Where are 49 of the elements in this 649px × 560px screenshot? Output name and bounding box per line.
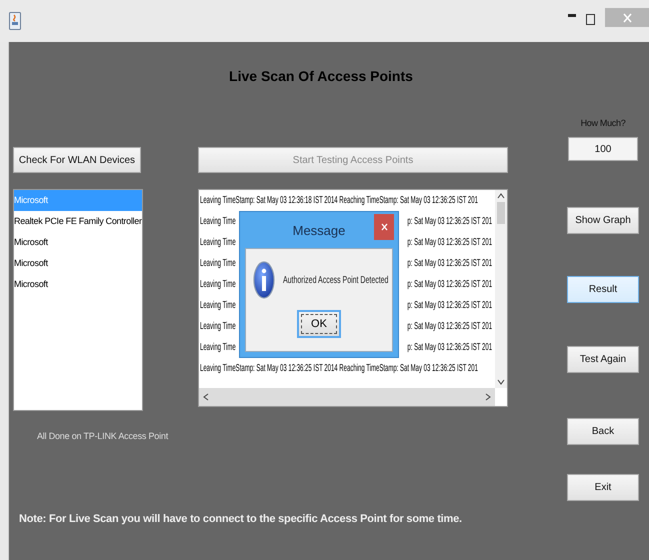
note-text: Note: For Live Scan you will have to connect to the specific Access Point for some time.: [18, 513, 463, 525]
device-list-item[interactable]: Microsoft: [14, 253, 142, 274]
log-line: Leaving Time: [200, 320, 236, 334]
info-icon: [253, 261, 275, 299]
log-line: p: Sat May 03 12:36:25 IST 201: [407, 236, 492, 250]
log-line: p: Sat May 03 12:36:25 IST 201: [407, 299, 492, 313]
ok-button[interactable]: OK: [297, 310, 341, 338]
dialog-title: Message: [292, 222, 346, 238]
device-list-item[interactable]: Microsoft: [14, 232, 142, 253]
field-label: How Much?: [580, 118, 626, 130]
side-button[interactable]: Show Graph: [567, 207, 639, 234]
log-line: p: Sat May 03 12:36:25 IST 201: [407, 215, 492, 229]
device-list-item[interactable]: Realtek PCIe FE Family Controller: [14, 211, 142, 232]
side-button[interactable]: Result: [567, 276, 639, 303]
check-devices-button[interactable]: Check For WLAN Devices: [13, 147, 141, 173]
scroll-left-icon[interactable]: [203, 393, 209, 401]
window-heading: Live Scan Of Access Points: [228, 68, 414, 86]
dialog-message: Authorized Access Point Detected: [283, 274, 388, 286]
log-line: Leaving Time: [200, 236, 236, 250]
log-line: Leaving TimeStamp: Sat May 03 12:36:25 IST 2014 Reaching TimeStamp: Sat May 03 12:36:25 IST 201: [200, 362, 478, 376]
log-line: Leaving Time: [200, 257, 236, 271]
log-line: Leaving Time: [200, 278, 236, 292]
close-icon: [380, 223, 388, 231]
side-button[interactable]: Test Again: [567, 346, 639, 373]
log-line: Leaving TimeStamp: Sat May 03 12:36:18 IST 2014 Reaching TimeStamp: Sat May 03 12:36:25 IST 201: [200, 194, 478, 208]
scroll-right-icon[interactable]: [485, 393, 491, 401]
log-line: p: Sat May 03 12:36:25 IST 201: [407, 257, 492, 271]
maximize-icon[interactable]: [586, 14, 595, 25]
log-line: Leaving Time: [200, 341, 236, 355]
scroll-down-icon[interactable]: [497, 379, 505, 385]
status-text: All Done on TP-LINK Access Point: [36, 431, 170, 441]
close-icon: [622, 12, 632, 22]
vertical-scrollbar[interactable]: [495, 190, 507, 388]
log-line: p: Sat May 03 12:36:25 IST 201: [407, 341, 492, 355]
device-list[interactable]: Microsoft Realtek PCIe FE Family Controller Microsoft Microsoft Microsoft: [13, 189, 143, 411]
close-button[interactable]: [374, 214, 394, 240]
log-line: Leaving Time: [200, 299, 236, 313]
scroll-thumb[interactable]: [497, 202, 505, 224]
side-button[interactable]: Exit: [567, 474, 639, 501]
side-button[interactable]: Back: [567, 418, 639, 445]
minimize-icon[interactable]: [568, 14, 576, 18]
log-line: Leaving Time: [200, 215, 236, 229]
count-field[interactable]: 100: [568, 137, 638, 161]
device-list-item[interactable]: Microsoft: [14, 274, 142, 295]
coffee-cup-icon: [9, 12, 21, 30]
log-line: p: Sat May 03 12:36:25 IST 201: [407, 278, 492, 292]
scroll-up-icon[interactable]: [497, 193, 505, 199]
horizontal-scrollbar[interactable]: [199, 388, 495, 406]
log-line: p: Sat May 03 12:36:25 IST 201: [407, 320, 492, 334]
